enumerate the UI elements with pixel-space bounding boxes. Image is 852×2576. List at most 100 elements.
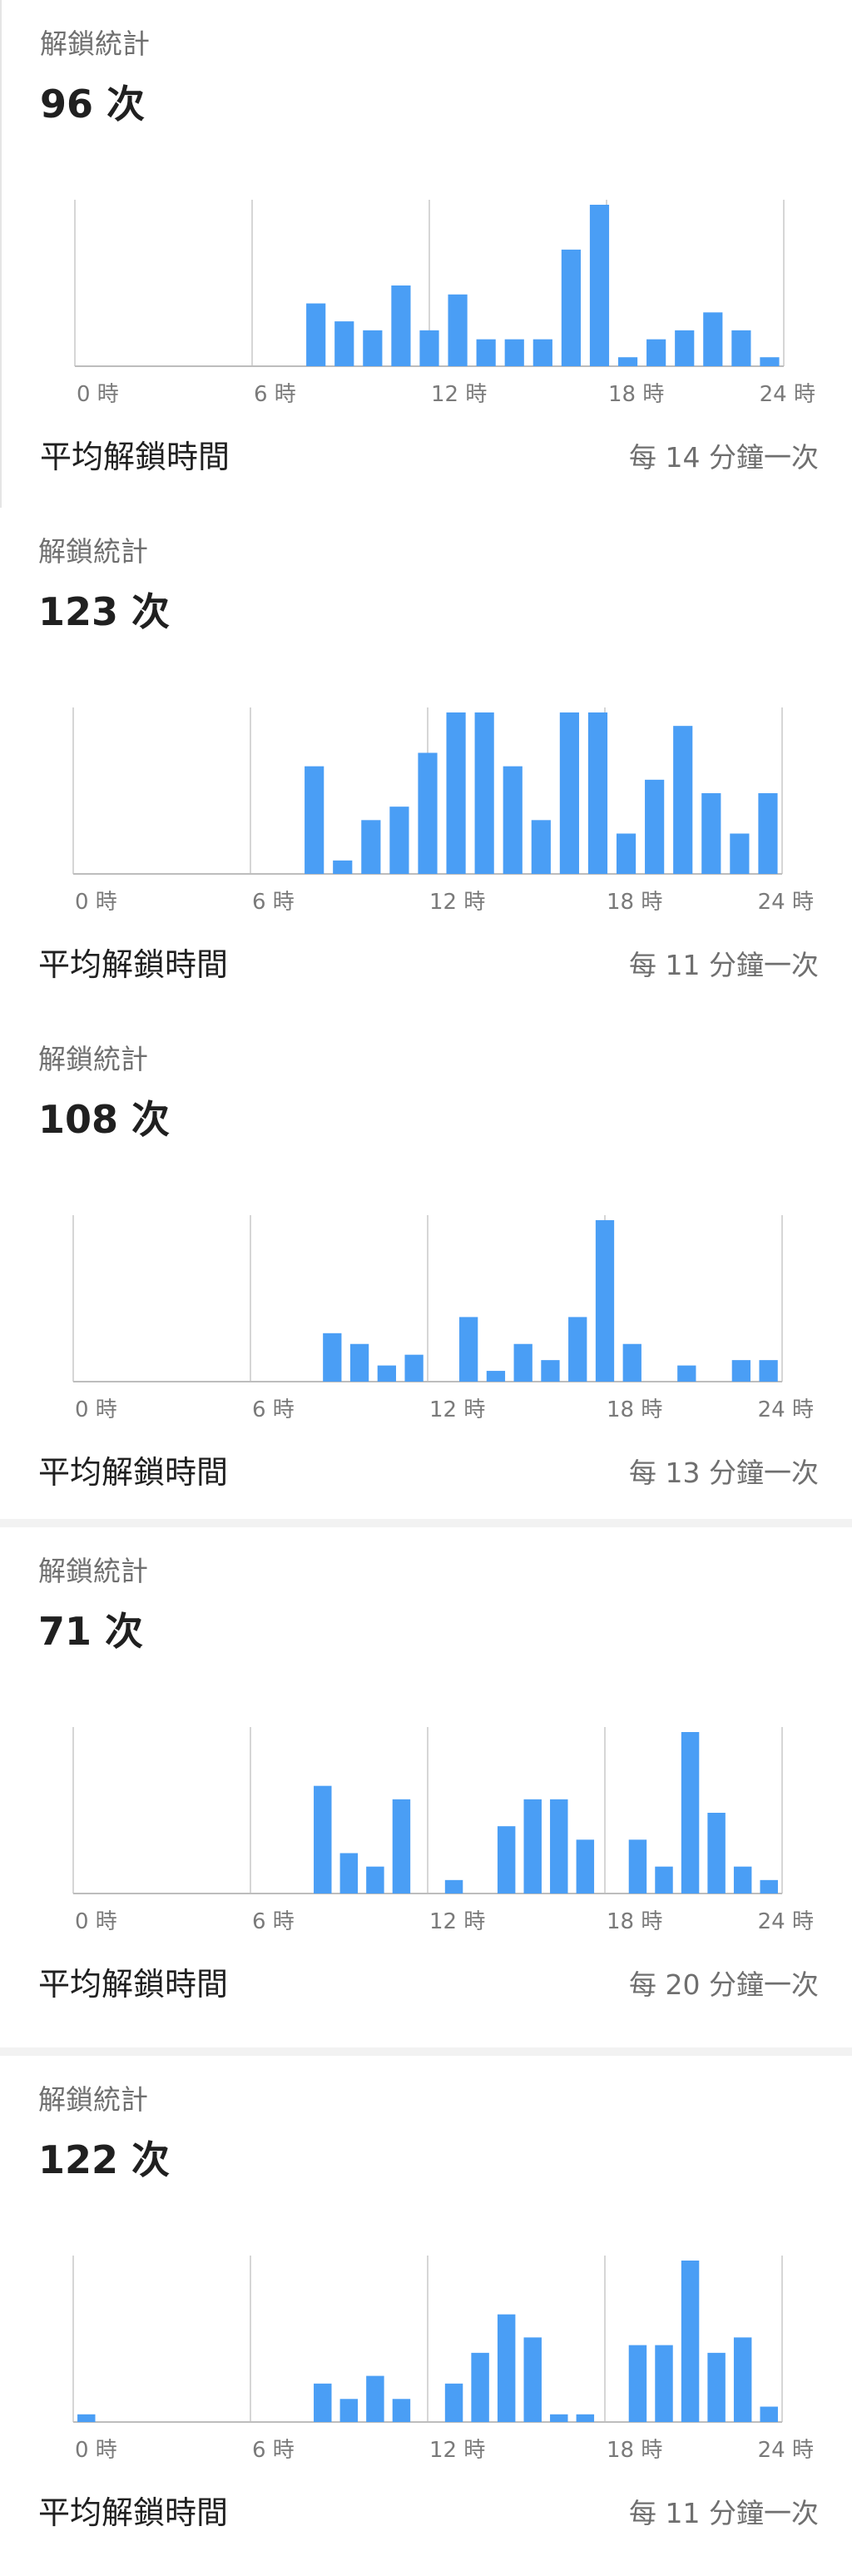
x-tick-label: 6 時	[252, 1909, 295, 1934]
hour-bar	[392, 2399, 411, 2422]
x-tick-label: 24 時	[760, 382, 815, 407]
x-tick-label: 18 時	[607, 1909, 662, 1934]
hour-bar	[561, 249, 581, 366]
hour-bar	[474, 712, 494, 874]
x-tick-label: 0 時	[75, 1909, 117, 1934]
unlock-count: 71 次	[38, 1609, 144, 1654]
hour-bar	[595, 1220, 615, 1382]
unlock-count: 108 次	[38, 1097, 171, 1142]
hourly-unlock-bar-chart: 0 時 6 時 12 時 18 時 24 時	[72, 1727, 814, 1934]
hour-bar	[703, 312, 723, 366]
average-unlock-label: 平均解鎖時間	[40, 439, 230, 475]
hour-bar	[497, 2314, 516, 2422]
hour-bar	[616, 833, 637, 874]
hour-bar	[504, 339, 524, 366]
hour-bar	[448, 294, 468, 366]
hour-bar	[314, 1785, 332, 1894]
hour-bar	[476, 339, 496, 366]
hour-bar	[305, 766, 324, 874]
average-unlock-interval: 每 11 分鐘一次	[629, 949, 819, 981]
average-unlock-interval: 每 13 分鐘一次	[629, 1457, 819, 1489]
hour-bar	[731, 330, 751, 366]
hour-bar	[339, 2399, 359, 2422]
hour-bar	[391, 285, 411, 366]
hour-bar	[568, 1317, 587, 1382]
hour-bar	[471, 2352, 489, 2422]
x-tick-label: 18 時	[608, 382, 664, 407]
unlock-stats-title: 解鎖統計	[38, 535, 148, 568]
hour-bar	[701, 793, 721, 874]
unlock-stats-card: 解鎖統計 123 次 0 時 6 時 12 時 18 時 24 時平均解鎖時間 每 11 分鐘…	[0, 508, 852, 1015]
hour-bar	[760, 2406, 778, 2422]
hour-bar	[645, 779, 665, 874]
hour-bar	[576, 2414, 595, 2422]
hour-bar	[497, 1826, 516, 1894]
hour-bar	[587, 712, 608, 874]
hour-bar	[377, 1365, 396, 1382]
unlock-stats-card: 解鎖統計 96 次 0 時 6 時 12 時 18 時 24 時平均解鎖時間 每 14 分鐘一…	[0, 0, 852, 508]
hour-bar	[349, 1343, 369, 1382]
hour-bar	[366, 1866, 384, 1894]
hour-bar	[733, 2337, 752, 2422]
hour-bar	[389, 807, 409, 874]
x-tick-label: 12 時	[429, 890, 485, 915]
hour-bar	[550, 2414, 568, 2422]
hour-bar	[418, 752, 438, 874]
x-tick-label: 0 時	[75, 2438, 117, 2463]
unlock-stats-title: 解鎖統計	[40, 27, 150, 60]
hour-bar	[628, 1839, 647, 1894]
average-unlock-interval: 每 20 分鐘一次	[629, 1968, 819, 2001]
hour-bar	[444, 2383, 463, 2422]
unlock-stats-card: 解鎖統計 71 次 0 時 6 時 12 時 18 時 24 時平均解鎖時間 每 20 分鐘一…	[0, 1527, 852, 2047]
hour-bar	[314, 2383, 332, 2422]
unlock-stats-title: 解鎖統計	[38, 1043, 148, 1075]
x-tick-label: 6 時	[252, 890, 295, 915]
hour-bar	[758, 793, 778, 874]
hour-bar	[707, 1813, 726, 1894]
hour-bar	[366, 2375, 384, 2422]
hour-bar	[655, 1866, 673, 1894]
hour-bar	[675, 330, 695, 366]
hour-bar	[339, 1853, 359, 1894]
average-unlock-label: 平均解鎖時間	[38, 2494, 229, 2531]
x-tick-label: 24 時	[758, 2438, 814, 2463]
hour-bar	[681, 2261, 700, 2422]
unlock-stats-card: 解鎖統計 122 次 0 時 6 時 12 時 18 時 24 時平均解鎖時間 每 11 分鐘…	[0, 2056, 852, 2576]
average-unlock-label: 平均解鎖時間	[38, 1454, 229, 1491]
unlock-stats-title: 解鎖統計	[38, 1555, 148, 1587]
hour-bar	[550, 1799, 568, 1894]
x-tick-label: 18 時	[607, 1397, 662, 1422]
hour-bar	[444, 1879, 463, 1894]
hour-bar	[486, 1371, 506, 1382]
hour-bar	[446, 712, 466, 874]
x-tick-label: 0 時	[75, 1397, 117, 1422]
hour-bar	[589, 205, 610, 366]
hour-bar	[503, 766, 523, 874]
hour-bar	[532, 339, 552, 366]
x-tick-label: 6 時	[252, 2438, 295, 2463]
hour-bar	[733, 1866, 752, 1894]
hour-bar	[323, 1333, 342, 1382]
hour-bar	[617, 357, 638, 366]
x-tick-label: 24 時	[758, 1909, 814, 1934]
hour-bar	[576, 1839, 595, 1894]
x-tick-label: 18 時	[607, 890, 662, 915]
x-tick-label: 12 時	[429, 1397, 485, 1422]
hour-bar	[363, 330, 383, 366]
hour-bar	[622, 1343, 641, 1382]
hour-bar	[646, 339, 666, 366]
average-unlock-interval: 每 11 分鐘一次	[629, 2497, 819, 2529]
hour-bar	[531, 820, 551, 874]
unlock-stats-card: 解鎖統計 108 次 0 時 6 時 12 時 18 時 24 時平均解鎖時間 每 13 分鐘…	[0, 1015, 852, 1519]
unlock-count: 96 次	[40, 82, 146, 127]
unlock-count: 122 次	[38, 2137, 171, 2182]
x-tick-label: 6 時	[254, 382, 296, 407]
hour-bar	[459, 1317, 478, 1382]
average-unlock-label: 平均解鎖時間	[38, 1966, 229, 2003]
unlock-stats-list: 解鎖統計 96 次0 時6 時 12 時 18 時 24 時平均解鎖時間每 14 分鐘一…	[0, 0, 852, 2576]
average-unlock-label: 平均解鎖時間	[38, 946, 229, 983]
hour-bar	[513, 1343, 532, 1382]
hourly-unlock-bar-chart: 0 時 6 時 12 時 18 時 24 時	[74, 200, 815, 407]
hourly-unlock-bar-chart: 0 時 6 時 12 時 18 時 24 時	[72, 2256, 814, 2463]
hour-bar	[334, 321, 354, 366]
